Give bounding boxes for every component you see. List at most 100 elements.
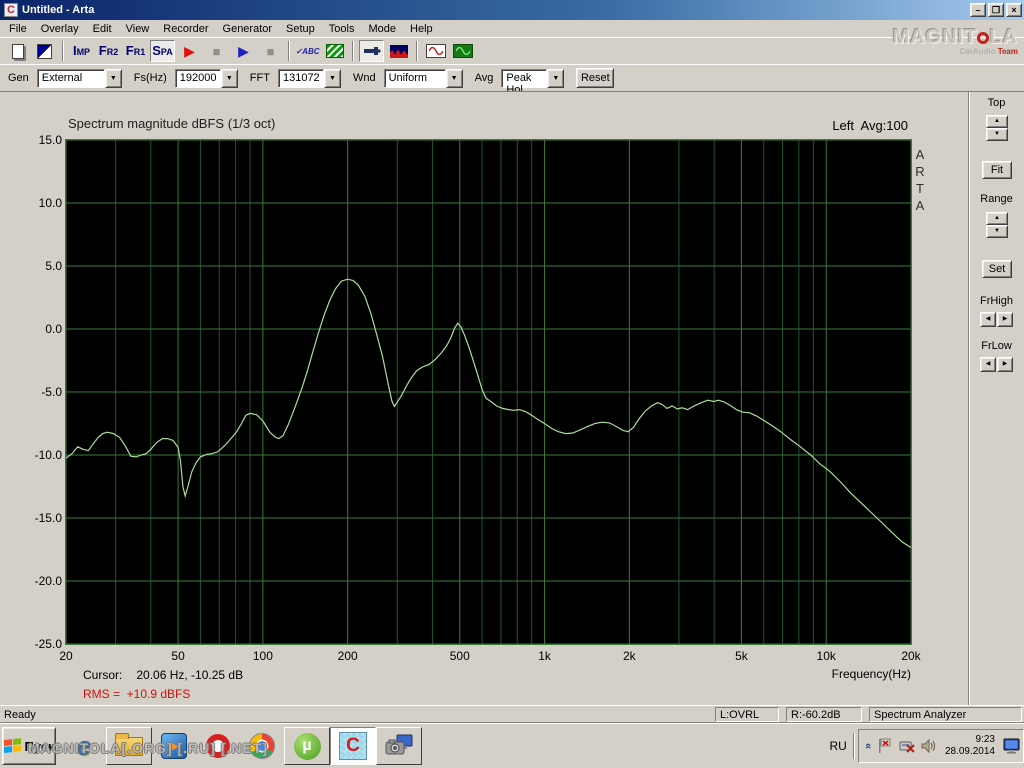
calibrate-abc-icon: ✓ABC <box>295 46 320 56</box>
screenshot-tool-icon[interactable] <box>376 727 422 765</box>
x-tick-200: 200 <box>337 649 358 663</box>
arta-vertical-brand: A R T A <box>915 147 925 213</box>
y-tick-15: 15.0 <box>38 133 62 147</box>
display-settings-icon[interactable] <box>1003 738 1020 754</box>
calibrate-button[interactable]: ✓ABC <box>295 40 320 62</box>
wnd-select[interactable]: Uniform ▼ <box>383 68 463 88</box>
x-tick-500: 500 <box>449 649 470 663</box>
start-button[interactable]: Пуск <box>2 727 56 765</box>
avg-select[interactable]: Peak Hol ▼ <box>501 68 565 96</box>
frlow-label: FrLow <box>981 340 1012 352</box>
app-icon[interactable]: C <box>4 3 18 17</box>
gen-dropdown-arrow-icon[interactable]: ▼ <box>104 68 122 88</box>
menu-file[interactable]: File <box>2 22 34 36</box>
record-stop-button[interactable]: ■ <box>204 40 229 62</box>
close-button[interactable]: × <box>1006 3 1022 17</box>
network-flag-error-icon[interactable] <box>877 738 893 754</box>
fit-button[interactable]: Fit <box>982 161 1012 179</box>
arta-taskbar-button[interactable]: C <box>330 727 376 765</box>
top-down-button[interactable]: ▼ <box>986 128 1008 141</box>
frlow-right-button[interactable]: ▶ <box>997 357 1013 372</box>
imp-mode-button[interactable]: IMP <box>69 40 94 62</box>
gen-value: External <box>36 68 105 88</box>
gen-select[interactable]: External ▼ <box>36 68 122 88</box>
red-sine-icon <box>425 44 446 58</box>
language-indicator[interactable]: RU <box>823 739 852 753</box>
menu-recorder[interactable]: Recorder <box>156 22 215 36</box>
frhigh-right-button[interactable]: ▶ <box>997 312 1013 327</box>
y-tick--20: -20.0 <box>34 574 62 588</box>
fs-select[interactable]: 192000 ▼ <box>174 68 238 88</box>
menu-tools[interactable]: Tools <box>322 22 362 36</box>
signal-scope-button[interactable] <box>450 40 475 62</box>
window-title: Untitled - Arta <box>22 4 95 16</box>
frhigh-label: FrHigh <box>979 295 1013 307</box>
reset-button[interactable]: Reset <box>576 68 615 88</box>
spectrum-plot[interactable] <box>65 139 912 645</box>
chrome-ball-icon <box>249 733 275 759</box>
new-file-button[interactable] <box>5 40 30 62</box>
start-label: Пуск <box>24 738 55 754</box>
plot-control-panel: Top ▲ ▼ Fit Range ▲ ▼ Set FrHigh ◀ ▶ FrL… <box>968 92 1024 706</box>
menu-generator[interactable]: Generator <box>216 22 280 36</box>
ie-glyph: e <box>76 730 92 761</box>
range-down-button[interactable]: ▼ <box>986 225 1008 238</box>
volume-icon[interactable] <box>921 738 937 754</box>
opera-icon[interactable] <box>196 727 240 765</box>
menu-overlay[interactable]: Overlay <box>34 22 86 36</box>
frhigh-left-button[interactable]: ◀ <box>980 312 996 327</box>
minimize-button[interactable]: – <box>970 3 986 17</box>
title-bar[interactable]: C Untitled - Arta – ❒ × <box>0 0 1024 20</box>
menu-edit[interactable]: Edit <box>86 22 119 36</box>
clock-date: 28.09.2014 <box>944 746 995 757</box>
avg-value: Peak Hol <box>501 68 548 96</box>
menu-mode[interactable]: Mode <box>361 22 403 36</box>
tray-separator <box>852 733 855 759</box>
fft-select[interactable]: 131072 ▼ <box>277 68 341 88</box>
flashlight-button[interactable] <box>359 40 384 62</box>
tray-chevron-icon[interactable]: « <box>862 743 874 749</box>
left-level-indicator: L:OVRL <box>715 707 779 722</box>
top-up-button[interactable]: ▲ <box>986 115 1008 128</box>
windows-logo-icon <box>3 737 22 755</box>
generator-start-button[interactable]: ▶ <box>231 40 256 62</box>
toolbar-separator <box>62 41 64 61</box>
frlow-left-button[interactable]: ◀ <box>980 357 996 372</box>
range-up-button[interactable]: ▲ <box>986 212 1008 225</box>
wnd-dropdown-arrow-icon[interactable]: ▼ <box>445 68 463 88</box>
clock-time: 9:23 <box>975 734 995 745</box>
menu-view[interactable]: View <box>119 22 157 36</box>
utorrent-icon[interactable]: µ <box>284 727 330 765</box>
y-tick--5: -5.0 <box>41 385 62 399</box>
signal-pattern-button[interactable] <box>322 40 347 62</box>
sine-generator-button[interactable] <box>423 40 448 62</box>
waveform-view-button[interactable] <box>386 40 411 62</box>
media-player-icon[interactable]: ▶ <box>152 727 196 765</box>
internet-explorer-icon[interactable]: e <box>62 727 106 765</box>
spectrum-curve-svg[interactable] <box>66 140 911 644</box>
avg-label: Avg <box>474 72 494 84</box>
spa-mode-button[interactable]: SPA <box>150 40 175 62</box>
set-button[interactable]: Set <box>982 260 1012 278</box>
x-tick-50: 50 <box>171 649 185 663</box>
generator-play-icon: ▶ <box>238 43 249 59</box>
overlay-button[interactable] <box>32 40 57 62</box>
camera-monitor-icon <box>385 734 413 755</box>
menu-help[interactable]: Help <box>403 22 440 36</box>
fs-dropdown-arrow-icon[interactable]: ▼ <box>220 68 238 88</box>
fr2-mode-button[interactable]: FR2 <box>96 40 121 62</box>
arta-logo-icon: C <box>339 732 367 760</box>
red-waveform-icon <box>389 44 408 58</box>
fr2-label: FR2 <box>98 42 119 58</box>
explorer-folder-icon[interactable] <box>106 727 152 765</box>
fft-dropdown-arrow-icon[interactable]: ▼ <box>323 68 341 88</box>
fr1-mode-button[interactable]: FR1 <box>123 40 148 62</box>
record-start-button[interactable]: ▶ <box>177 40 202 62</box>
device-error-icon[interactable] <box>899 738 915 754</box>
restore-button[interactable]: ❒ <box>988 3 1004 17</box>
mode-indicator: Spectrum Analyzer <box>869 707 1022 722</box>
chrome-icon[interactable] <box>240 727 284 765</box>
menu-setup[interactable]: Setup <box>279 22 322 36</box>
generator-stop-button[interactable]: ■ <box>258 40 283 62</box>
avg-dropdown-arrow-icon[interactable]: ▼ <box>547 68 565 88</box>
